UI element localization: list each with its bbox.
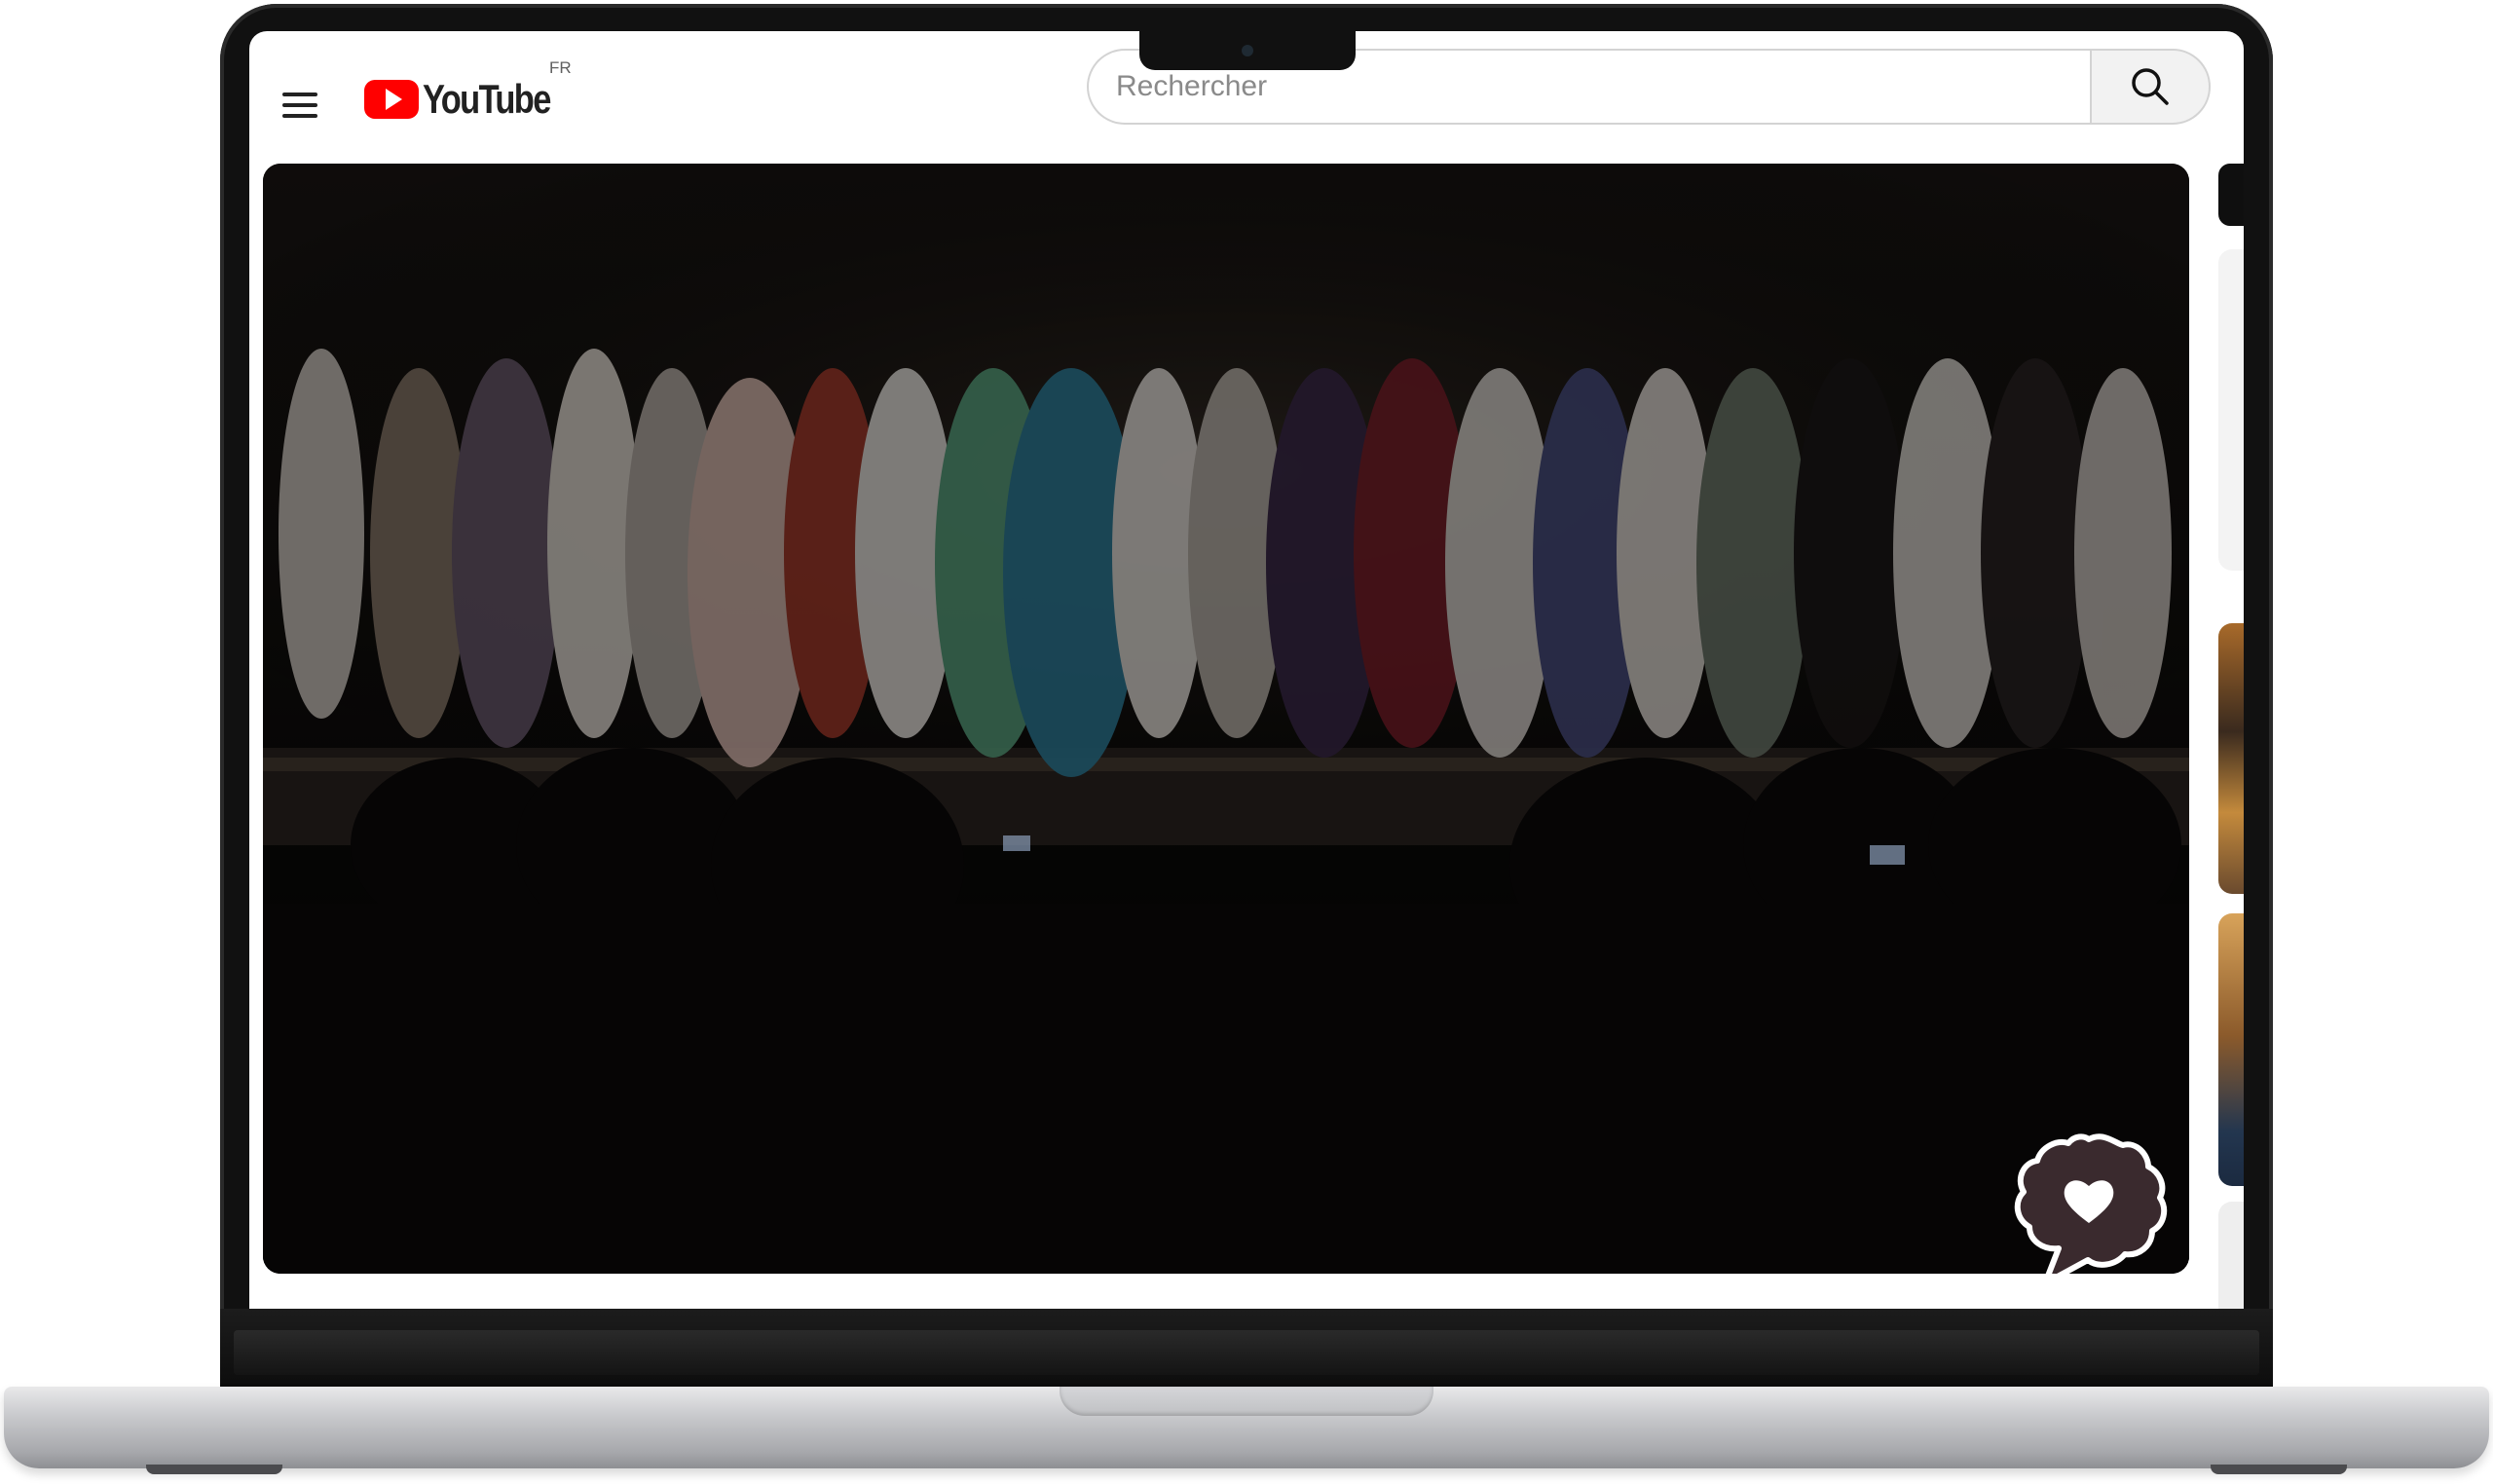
- hamburger-menu-icon[interactable]: [277, 82, 323, 129]
- laptop-opening-notch: [1060, 1387, 1433, 1416]
- video-frame: [263, 164, 2189, 1274]
- related-video-card[interactable]: [2218, 1202, 2244, 1309]
- search-icon: [2132, 68, 2169, 105]
- youtube-logo[interactable]: YouTube: [364, 68, 577, 130]
- camera-icon: [1242, 45, 1253, 56]
- logo-text: YouTube: [423, 76, 551, 122]
- video-player[interactable]: [263, 164, 2189, 1274]
- search-placeholder: Rechercher: [1116, 70, 1268, 102]
- camera-notch: [1139, 31, 1356, 70]
- related-chip[interactable]: [2218, 164, 2244, 226]
- search-button[interactable]: [2090, 49, 2211, 125]
- browser-screen: YouTube FR Rechercher: [249, 31, 2244, 1309]
- related-video-card[interactable]: [2218, 249, 2244, 571]
- related-video-thumbnail[interactable]: [2218, 623, 2244, 894]
- logo-region-code: FR: [549, 58, 572, 77]
- laptop-foot-left: [146, 1465, 282, 1474]
- youtube-play-icon: [364, 80, 419, 119]
- heart-speech-bubble-icon[interactable]: [2006, 1130, 2172, 1274]
- related-videos-column: [2209, 164, 2244, 1309]
- related-video-thumbnail[interactable]: [2218, 913, 2244, 1186]
- laptop-foot-right: [2211, 1465, 2347, 1474]
- laptop-hinge: [234, 1330, 2259, 1375]
